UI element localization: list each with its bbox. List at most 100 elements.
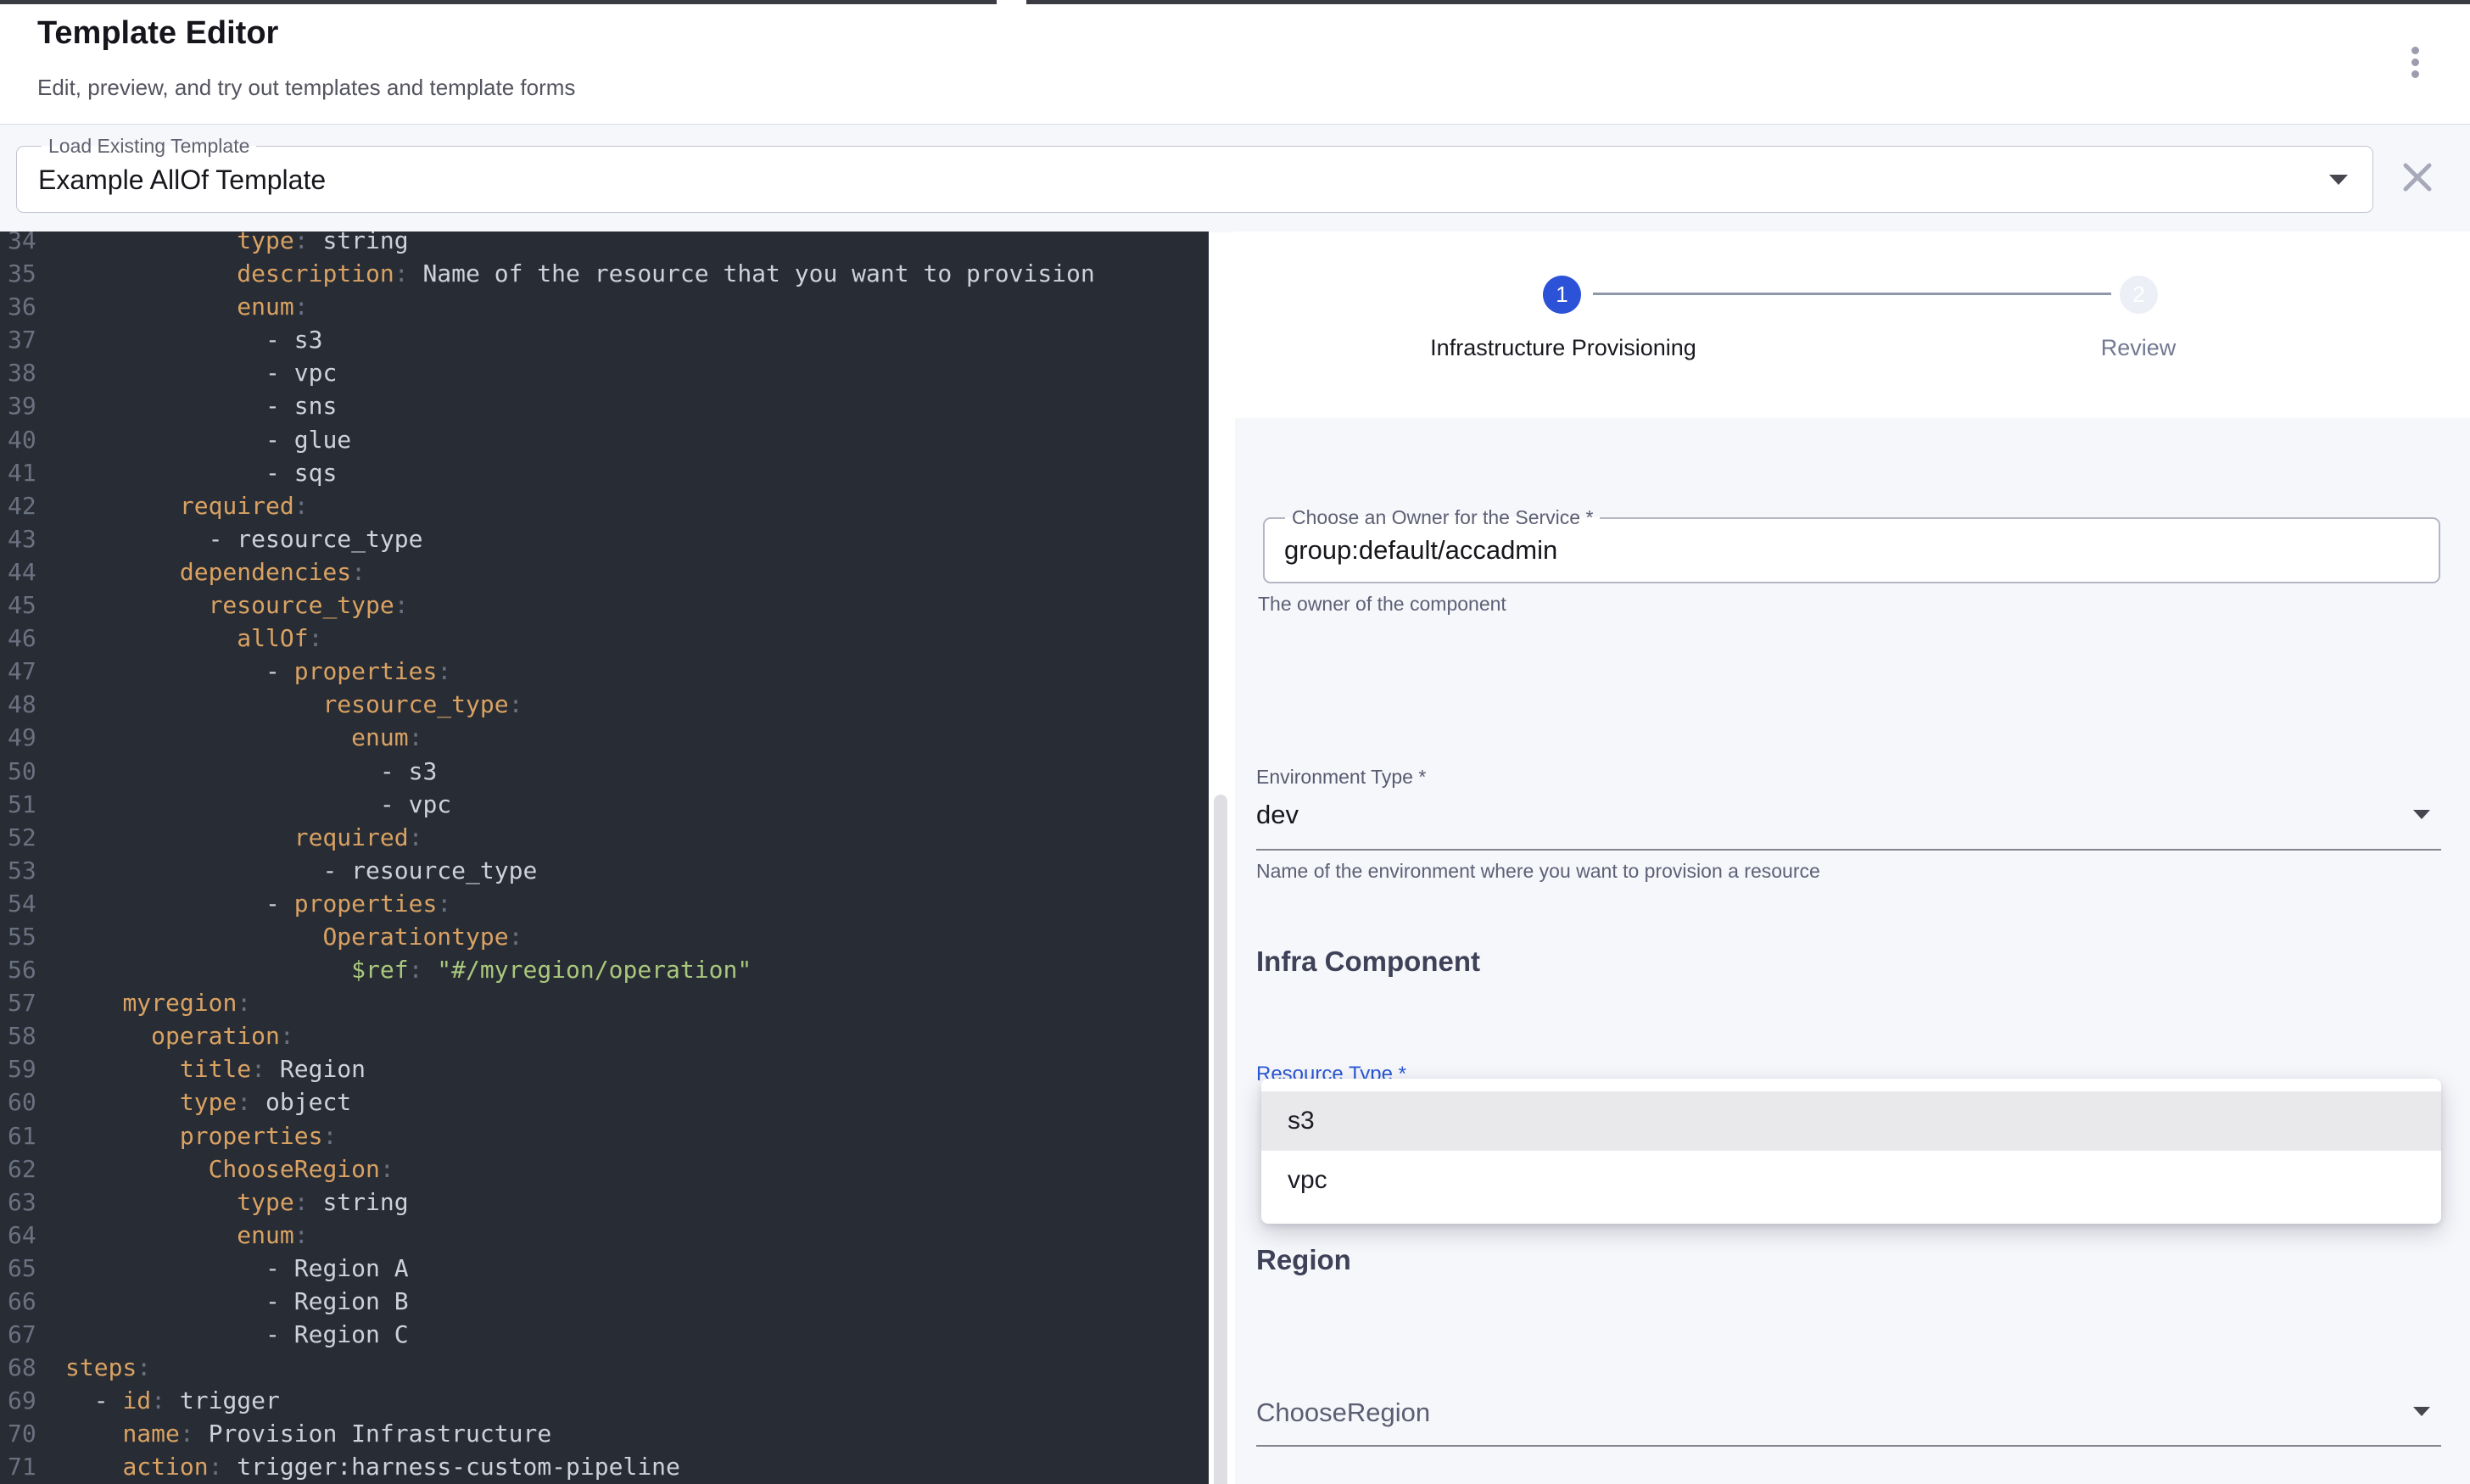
- kebab-dot-icon: [2411, 47, 2419, 54]
- line-number: 34: [8, 232, 65, 257]
- line-number: 47: [8, 655, 65, 688]
- code-line: 50 - s3: [0, 755, 1209, 788]
- code-line: 54 - properties:: [0, 887, 1209, 920]
- dropdown-option[interactable]: s3: [1261, 1091, 2441, 1151]
- line-number: 36: [8, 290, 65, 323]
- code-line: 52 required:: [0, 821, 1209, 854]
- yaml-code-editor[interactable]: 34 type: string35 description: Name of t…: [0, 232, 1209, 1484]
- code-line: 55 Operationtype:: [0, 920, 1209, 953]
- line-number: 62: [8, 1152, 65, 1186]
- line-number: 69: [8, 1384, 65, 1417]
- owner-helper-text: The owner of the component: [1258, 593, 1506, 616]
- code-line: 63 type: string: [0, 1186, 1209, 1219]
- line-number: 59: [8, 1052, 65, 1085]
- dropdown-arrow-icon[interactable]: [2413, 1407, 2430, 1416]
- code-line: 64 enum:: [0, 1219, 1209, 1252]
- code-line: 42 required:: [0, 489, 1209, 522]
- line-number: 49: [8, 721, 65, 754]
- code-line: 66 - Region B: [0, 1285, 1209, 1318]
- code-line: 61 properties:: [0, 1119, 1209, 1152]
- line-number: 68: [8, 1351, 65, 1384]
- code-line: 44 dependencies:: [0, 555, 1209, 589]
- step-2-indicator[interactable]: 2: [2120, 276, 2158, 314]
- code-line: 62 ChooseRegion:: [0, 1152, 1209, 1186]
- environment-helper-text: Name of the environment where you want t…: [1256, 860, 1820, 883]
- code-line: 46 allOf:: [0, 622, 1209, 655]
- kebab-dot-icon: [2411, 70, 2419, 78]
- line-number: 39: [8, 389, 65, 422]
- line-number: 35: [8, 257, 65, 290]
- line-number: 58: [8, 1019, 65, 1052]
- line-number: 66: [8, 1285, 65, 1318]
- line-number: 67: [8, 1318, 65, 1351]
- page-title: Template Editor: [37, 15, 278, 52]
- code-line: 68steps:: [0, 1351, 1209, 1384]
- line-number: 48: [8, 688, 65, 721]
- clear-template-button[interactable]: [2395, 155, 2439, 199]
- infra-component-heading: Infra Component: [1256, 946, 1480, 978]
- code-line: 49 enum:: [0, 721, 1209, 754]
- page-subtitle: Edit, preview, and try out templates and…: [37, 75, 575, 101]
- line-number: 65: [8, 1252, 65, 1285]
- line-number: 63: [8, 1186, 65, 1219]
- form-area: Choose an Owner for the Service * group:…: [1235, 418, 2470, 1484]
- environment-type-underline: [1256, 849, 2441, 851]
- code-lines: 34 type: string35 description: Name of t…: [0, 232, 1209, 1484]
- kebab-dot-icon: [2411, 59, 2419, 66]
- line-number: 64: [8, 1219, 65, 1252]
- line-number: 57: [8, 986, 65, 1019]
- owner-input[interactable]: Choose an Owner for the Service * group:…: [1263, 517, 2440, 583]
- stepper-connector: [1593, 293, 2111, 295]
- dropdown-arrow-icon[interactable]: [2413, 810, 2430, 819]
- editor-scrollbar[interactable]: [1214, 795, 1227, 1484]
- line-number: 51: [8, 788, 65, 821]
- step-1-label: Infrastructure Provisioning: [1430, 335, 1696, 361]
- line-number: 55: [8, 920, 65, 953]
- more-options-button[interactable]: [2392, 37, 2438, 86]
- line-number: 54: [8, 887, 65, 920]
- load-template-bar: Load Existing Template Example AllOf Tem…: [0, 124, 2470, 232]
- environment-type-value[interactable]: dev: [1256, 800, 1299, 830]
- code-line: 47 - properties:: [0, 655, 1209, 688]
- code-line: 60 type: object: [0, 1085, 1209, 1119]
- template-editor-page: Template Editor Edit, preview, and try o…: [0, 0, 2470, 1484]
- code-line: 39 - sns: [0, 389, 1209, 422]
- dropdown-option[interactable]: vpc: [1261, 1151, 2441, 1210]
- line-number: 42: [8, 489, 65, 522]
- code-line: 59 title: Region: [0, 1052, 1209, 1085]
- owner-label: Choose an Owner for the Service *: [1285, 506, 1600, 529]
- region-heading: Region: [1256, 1244, 1351, 1276]
- code-line: 67 - Region C: [0, 1318, 1209, 1351]
- code-line: 57 myregion:: [0, 986, 1209, 1019]
- code-line: 34 type: string: [0, 232, 1209, 257]
- code-line: 43 - resource_type: [0, 522, 1209, 555]
- choose-region-value[interactable]: ChooseRegion: [1256, 1398, 1430, 1428]
- code-line: 56 $ref: "#/myregion/operation": [0, 953, 1209, 986]
- dropdown-arrow-icon[interactable]: [2329, 175, 2348, 185]
- line-number: 46: [8, 622, 65, 655]
- line-number: 56: [8, 953, 65, 986]
- stepper: 1 2 Infrastructure Provisioning Review: [1235, 232, 2470, 418]
- line-number: 43: [8, 522, 65, 555]
- code-line: 48 resource_type:: [0, 688, 1209, 721]
- template-preview-panel: 1 2 Infrastructure Provisioning Review C…: [1235, 232, 2470, 1484]
- top-border-strip: [0, 0, 997, 4]
- top-border-strip: [1026, 0, 2470, 4]
- environment-type-label: Environment Type *: [1256, 766, 1426, 789]
- code-line: 36 enum:: [0, 290, 1209, 323]
- line-number: 45: [8, 589, 65, 622]
- line-number: 71: [8, 1450, 65, 1483]
- code-line: 35 description: Name of the resource tha…: [0, 257, 1209, 290]
- line-number: 70: [8, 1417, 65, 1450]
- resource-type-dropdown-menu: s3vpc: [1261, 1079, 2441, 1224]
- code-line: 71 action: trigger:harness-custom-pipeli…: [0, 1450, 1209, 1483]
- code-line: 40 - glue: [0, 423, 1209, 456]
- step-1-indicator[interactable]: 1: [1543, 276, 1581, 314]
- load-template-value: Example AllOf Template: [38, 165, 326, 196]
- load-template-label: Load Existing Template: [42, 135, 256, 158]
- step-2-label: Review: [2101, 335, 2177, 361]
- line-number: 41: [8, 456, 65, 489]
- line-number: 60: [8, 1085, 65, 1119]
- line-number: 52: [8, 821, 65, 854]
- load-template-select[interactable]: Load Existing Template Example AllOf Tem…: [16, 146, 2373, 213]
